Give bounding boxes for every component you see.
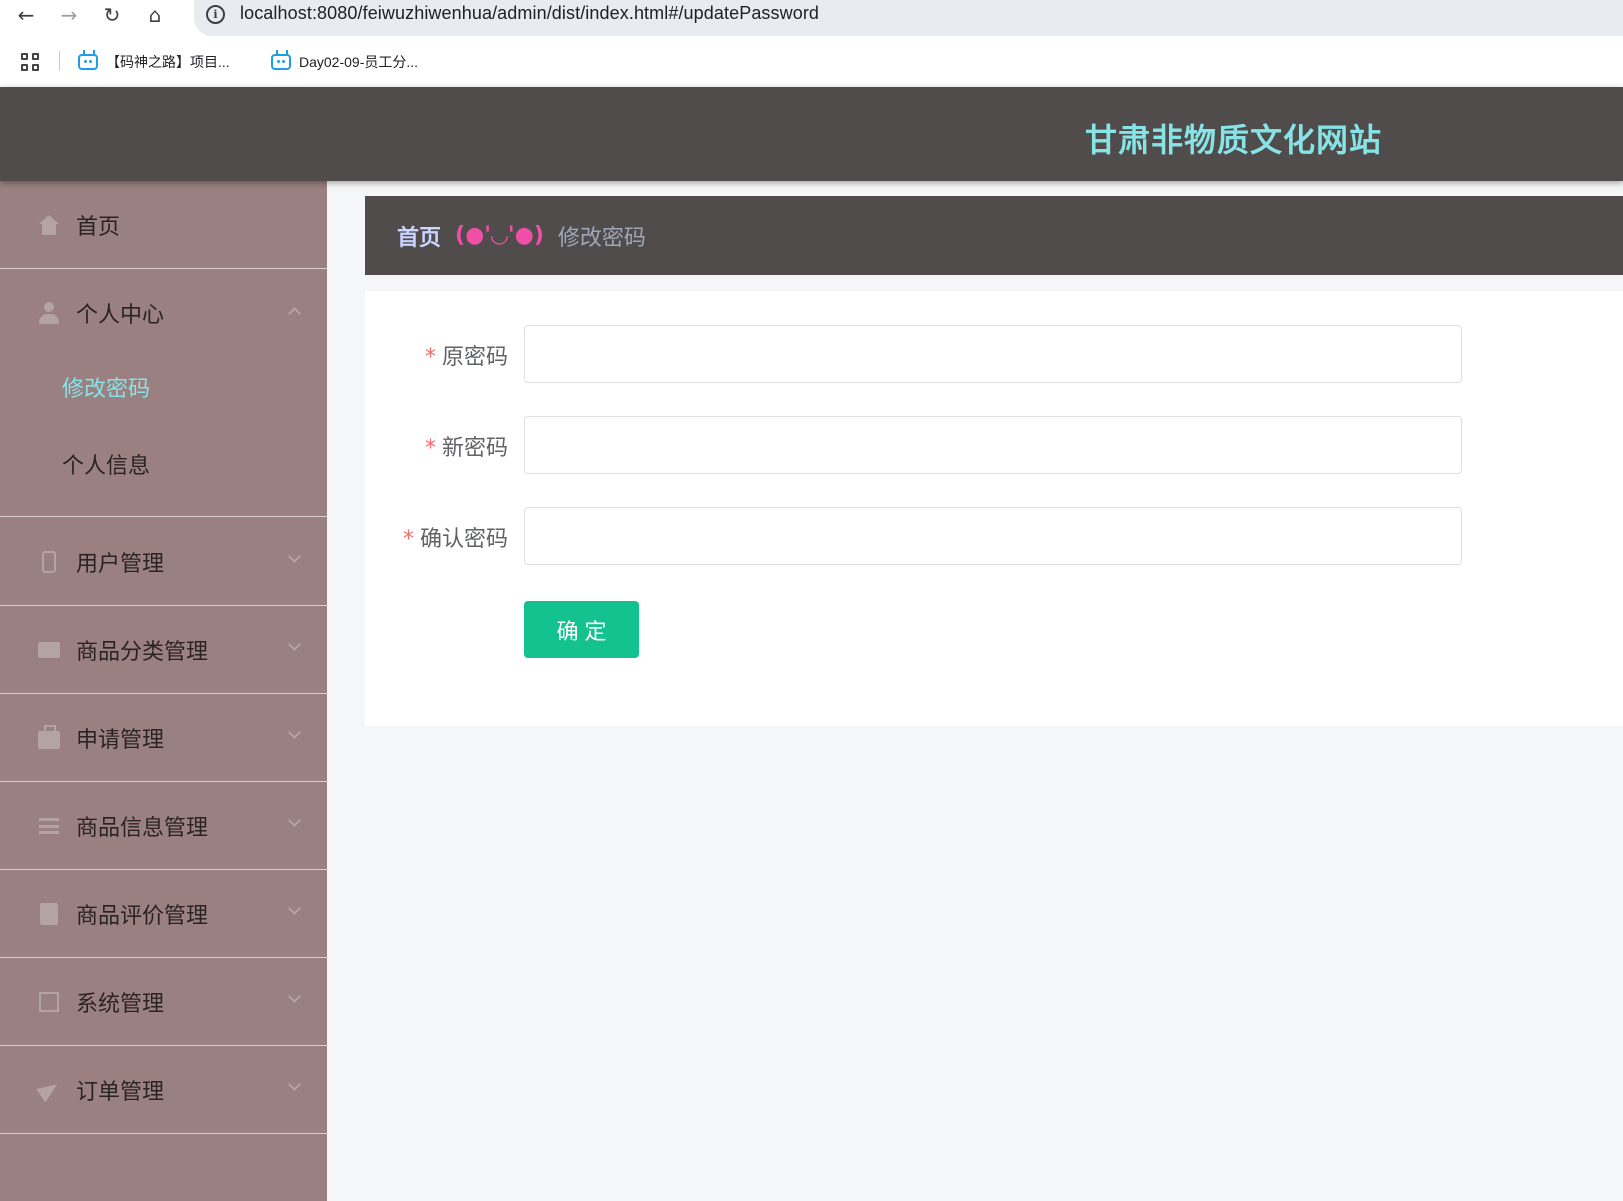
sidebar-item-label: 商品信息管理 [76, 815, 209, 841]
main-content: 首页 (●'◡'●) 修改密码 * 原密码 * 新密码 * 确认密码 确定 [327, 181, 1623, 1201]
sidebar-item-application-management[interactable]: 申请管理 [0, 694, 327, 782]
form-row-confirm-password: * 确认密码 [365, 507, 1623, 565]
bookmark-label: 【码神之路】项目... [106, 54, 230, 70]
site-title: 甘肃非物质文化网站 [1085, 121, 1383, 159]
breadcrumb-separator: (●'◡'●) [455, 223, 544, 248]
sidebar-item-label: 订单管理 [76, 1079, 165, 1105]
site-info-icon[interactable]: i [206, 5, 225, 24]
required-mark: * [402, 527, 414, 552]
chevron-down-icon [288, 726, 301, 739]
home-page-icon[interactable]: ⌂ [142, 2, 168, 28]
phone-icon [38, 550, 60, 573]
bilibili-tv-icon [78, 50, 98, 70]
browser-chrome: ← → ↻ ⌂ i localhost:8080/feiwuzhiwenhua/… [0, 0, 1623, 87]
bookmark-item[interactable]: Day02-09-员工分... [271, 50, 418, 74]
old-password-input[interactable] [524, 325, 1462, 383]
password-form-card: * 原密码 * 新密码 * 确认密码 确定 [365, 291, 1623, 726]
field-label: * 新密码 [424, 436, 508, 461]
form-row-old-password: * 原密码 [365, 325, 1623, 383]
chevron-down-icon [288, 990, 301, 1003]
form-row-new-password: * 新密码 [365, 416, 1623, 474]
sidebar-item-order-management[interactable]: 订单管理 [0, 1046, 327, 1134]
bookmark-item[interactable]: 【码神之路】项目... [78, 50, 230, 74]
apps-grid-icon[interactable] [21, 53, 39, 71]
briefcase-icon [38, 724, 60, 749]
submenu-item-change-password[interactable]: 修改密码 [62, 371, 150, 403]
sidebar-item-label: 商品分类管理 [76, 639, 209, 665]
sidebar-item-review-management[interactable]: 商品评价管理 [0, 870, 327, 958]
sidebar-item-category-management[interactable]: 商品分类管理 [0, 606, 327, 694]
sidebar-item-label: 首页 [76, 214, 121, 240]
bookmark-divider [59, 51, 60, 71]
reload-icon[interactable]: ↻ [99, 2, 125, 28]
confirm-button[interactable]: 确定 [524, 601, 639, 658]
back-arrow-icon[interactable]: ← [13, 2, 39, 28]
sidebar-item-home[interactable]: 首页 [0, 181, 327, 269]
chevron-down-icon [288, 550, 301, 563]
chevron-down-icon [288, 1078, 301, 1091]
list-icon [38, 815, 60, 837]
sidebar-item-system-management[interactable]: 系统管理 [0, 958, 327, 1046]
sidebar-item-label: 用户管理 [76, 551, 165, 577]
sidebar-item-product-info-management[interactable]: 商品信息管理 [0, 782, 327, 870]
field-label: * 确认密码 [402, 527, 508, 552]
app-header: 甘肃非物质文化网站 [0, 87, 1623, 181]
sidebar-item-label: 个人中心 [76, 303, 165, 328]
bookmark-label: Day02-09-员工分... [299, 54, 419, 70]
breadcrumb-home[interactable]: 首页 [397, 220, 441, 252]
forward-arrow-icon[interactable]: → [56, 2, 82, 28]
sidebar-item-user-management[interactable]: 用户管理 [0, 518, 327, 606]
sidebar-item-label: 系统管理 [76, 991, 165, 1017]
url-text[interactable]: localhost:8080/feiwuzhiwenhua/admin/dist… [240, 3, 819, 24]
required-mark: * [424, 345, 436, 370]
required-mark: * [424, 436, 436, 461]
new-password-input[interactable] [524, 416, 1462, 474]
field-label: * 原密码 [424, 345, 508, 370]
home-icon [38, 214, 60, 236]
send-icon [36, 1077, 62, 1102]
submenu-item-personal-info[interactable]: 个人信息 [62, 448, 150, 480]
chevron-down-icon [288, 638, 301, 651]
chevron-down-icon [288, 902, 301, 915]
user-icon [38, 302, 60, 324]
confirm-password-input[interactable] [524, 507, 1462, 565]
sidebar-item-personal-center[interactable]: 个人中心 [0, 269, 327, 357]
sidebar-item-label: 申请管理 [76, 727, 165, 753]
sidebar-item-label: 商品评价管理 [76, 903, 209, 929]
chevron-down-icon [288, 814, 301, 827]
sidebar-menu: 首页 个人中心 修改密码 个人信息 用户管理 商品分类管理 申请管理 商品信息管… [0, 181, 327, 1201]
crop-icon [38, 991, 60, 1013]
chevron-up-icon [288, 307, 301, 320]
breadcrumb: 首页 (●'◡'●) 修改密码 [365, 196, 1623, 275]
breadcrumb-current: 修改密码 [557, 225, 646, 251]
ticket-icon [38, 639, 60, 661]
clipboard-icon [38, 902, 60, 925]
submenu-personal-center: 修改密码 个人信息 [0, 357, 327, 517]
bilibili-tv-icon [271, 50, 291, 70]
